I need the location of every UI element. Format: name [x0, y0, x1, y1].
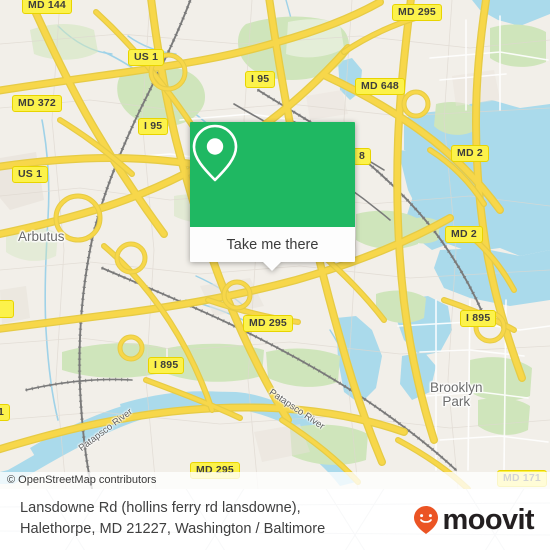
popup-tail — [263, 262, 281, 271]
road-shield: 8 — [353, 148, 372, 165]
map-canvas[interactable]: .w{fill:#aadaeb} .g{fill:#cfe5bb} .gl{fi… — [0, 0, 550, 489]
road-shield: MD 2 — [451, 145, 489, 162]
moovit-map-screenshot: .w{fill:#aadaeb} .g{fill:#cfe5bb} .gl{fi… — [0, 0, 550, 550]
road-shield: MD 648 — [355, 78, 405, 95]
road-shield: I 95 — [138, 118, 169, 135]
road-shield: I 95 — [245, 71, 276, 88]
osm-attribution[interactable]: © OpenStreetMap contributors — [0, 472, 550, 489]
road-shield: 1 — [0, 404, 11, 421]
road-shield — [0, 300, 14, 318]
popup-pin-area — [190, 122, 355, 227]
road-shield: I 895 — [148, 357, 185, 374]
road-shield: MD 295 — [243, 315, 293, 332]
footer-bar: Lansdowne Rd (hollins ferry rd lansdowne… — [0, 489, 550, 550]
place-label-arbutus: Arbutus — [18, 229, 65, 244]
road-shield: US 1 — [12, 166, 49, 183]
take-me-there-button[interactable]: Take me there — [190, 227, 355, 262]
address-line-2: Halethorpe, MD 21227, Washington / Balti… — [20, 521, 326, 537]
location-address: Lansdowne Rd (hollins ferry rd lansdowne… — [20, 498, 390, 540]
road-shield: US 1 — [128, 49, 165, 66]
road-shield: MD 2 — [445, 226, 483, 243]
road-shield: MD 144 — [22, 0, 72, 14]
road-shield: MD 372 — [12, 95, 62, 112]
moovit-pin-icon — [413, 506, 438, 534]
road-shield: I 895 — [460, 310, 497, 327]
road-shield: MD 295 — [392, 4, 442, 21]
moovit-wordmark: moovit — [442, 504, 535, 536]
address-line-1: Lansdowne Rd (hollins ferry rd lansdowne… — [20, 500, 301, 516]
place-label-brooklyn-park: Brooklyn Park — [430, 380, 483, 409]
map-pin-icon — [192, 124, 238, 182]
moovit-logo[interactable]: moovit — [412, 504, 535, 536]
location-popup-card[interactable]: Take me there — [190, 122, 355, 271]
